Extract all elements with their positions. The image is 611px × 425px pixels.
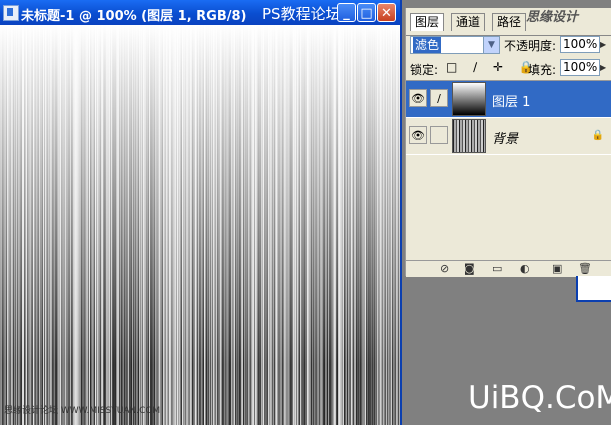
document-title: 未标题-1 @ 100% (图层 1, RGB/8) bbox=[21, 9, 247, 24]
eye-icon[interactable]: 👁 bbox=[409, 89, 427, 107]
panel-frame-fragment bbox=[576, 276, 611, 302]
brush-icon[interactable]: ∕ bbox=[430, 89, 448, 107]
layer-name: 背景 bbox=[492, 132, 519, 147]
layer-thumbnail bbox=[452, 119, 486, 153]
opacity-field[interactable]: 100% bbox=[560, 36, 600, 53]
close-button[interactable]: ✕ bbox=[377, 3, 396, 22]
minimize-button[interactable]: _ bbox=[337, 3, 356, 22]
document-canvas[interactable] bbox=[0, 25, 400, 425]
layer-row[interactable]: 👁 ∕ 图层 1 bbox=[406, 81, 611, 118]
new-layer-icon[interactable]: ▣ bbox=[552, 262, 562, 275]
blend-mode-value: 滤色 bbox=[413, 37, 442, 53]
layer-thumbnail bbox=[452, 82, 486, 116]
layer-mask-icon[interactable]: ◙ bbox=[464, 262, 475, 275]
fill-arrow-icon[interactable]: ▶ bbox=[600, 60, 609, 75]
site-logo: 思缘设计 bbox=[526, 10, 579, 25]
lock-label: 锁定: bbox=[410, 63, 439, 77]
panel-tabs: 图层 通道 路径 思缘设计 bbox=[406, 10, 611, 36]
photoshop-document-icon bbox=[3, 5, 19, 21]
new-group-icon[interactable]: ▭ bbox=[492, 262, 502, 275]
forum-watermark: PS教程论坛 bbox=[262, 5, 341, 23]
layer-row[interactable]: 👁 背景 🔒 bbox=[406, 118, 611, 155]
chevron-down-icon[interactable]: ▼ bbox=[483, 37, 499, 53]
blend-mode-select[interactable]: 滤色 ▼ bbox=[410, 36, 500, 54]
layers-toolbar: ⊘ ◙ ▭ ◐ ▣ 🗑 bbox=[406, 260, 611, 277]
opacity-arrow-icon[interactable]: ▶ bbox=[600, 37, 609, 52]
opacity-label: 不透明度: bbox=[504, 39, 557, 53]
layers-panel: 图层 通道 路径 思缘设计 滤色 ▼ 不透明度: 100% ▶ 锁定: □ ∕ … bbox=[405, 8, 611, 277]
link-slot-icon[interactable] bbox=[430, 126, 448, 144]
site-credit-watermark: 思缘设计论坛 WWW.MISSYUAN.COM bbox=[4, 406, 161, 416]
white-fade-gradient bbox=[0, 25, 400, 425]
trash-icon[interactable]: 🗑 bbox=[578, 262, 592, 275]
adjustment-layer-icon[interactable]: ◐ bbox=[520, 262, 530, 275]
lock-icon: 🔒 bbox=[591, 130, 604, 141]
document-window: 未标题-1 @ 100% (图层 1, RGB/8) PS教程论坛 _ □ ✕ … bbox=[0, 0, 402, 425]
document-window-border bbox=[400, 0, 402, 425]
layers-list: 👁 ∕ 图层 1 👁 背景 🔒 bbox=[406, 80, 611, 259]
tab-layers[interactable]: 图层 bbox=[410, 13, 445, 31]
document-titlebar[interactable]: 未标题-1 @ 100% (图层 1, RGB/8) PS教程论坛 _ □ ✕ bbox=[0, 0, 402, 25]
tab-channels[interactable]: 通道 bbox=[451, 13, 486, 31]
lock-options[interactable]: □ ∕ ✛ 🔒 bbox=[446, 60, 540, 74]
layer-name: 图层 1 bbox=[492, 95, 531, 110]
uibq-watermark: UiBQ.CoM bbox=[468, 380, 611, 416]
tab-paths[interactable]: 路径 bbox=[492, 13, 527, 31]
fill-label: 填充: bbox=[528, 63, 557, 77]
link-layers-icon[interactable]: ⊘ bbox=[440, 262, 449, 275]
fill-field[interactable]: 100% bbox=[560, 59, 600, 76]
eye-icon[interactable]: 👁 bbox=[409, 126, 427, 144]
maximize-button[interactable]: □ bbox=[357, 3, 376, 22]
